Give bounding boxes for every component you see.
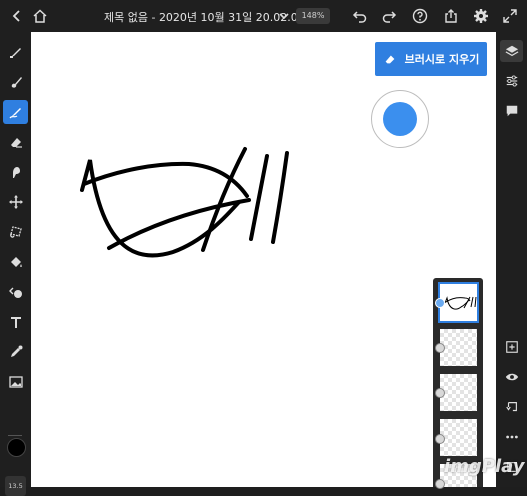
undo-icon[interactable] (350, 6, 370, 26)
help-icon[interactable] (410, 6, 430, 26)
layer-properties-icon[interactable] (500, 70, 523, 92)
layer-thumbnail[interactable] (440, 419, 477, 456)
back-icon[interactable] (7, 6, 27, 26)
pixel-brush-icon[interactable] (3, 40, 28, 64)
lasso-icon[interactable] (3, 220, 28, 244)
settings-icon[interactable] (471, 6, 491, 26)
erase-with-brush-button[interactable]: 브러시로 지우기 (375, 42, 487, 76)
layer-select-dot[interactable] (435, 434, 445, 444)
fill-icon[interactable] (3, 250, 28, 274)
layers-icon[interactable] (500, 40, 523, 62)
divider (8, 435, 22, 436)
more-icon[interactable] (500, 426, 523, 448)
shape-icon[interactable] (3, 280, 28, 304)
live-brush-icon[interactable] (3, 70, 28, 94)
drawing-canvas[interactable]: 브러시로 지우기 (31, 32, 496, 487)
fullscreen-icon[interactable] (500, 6, 520, 26)
comments-icon[interactable] (500, 100, 523, 122)
layer-select-dot[interactable] (435, 388, 445, 398)
brush-color-swatch[interactable] (7, 438, 26, 457)
move-icon[interactable] (3, 190, 28, 214)
brush-size-value[interactable]: 13.5 (5, 476, 26, 496)
visibility-icon[interactable] (500, 366, 523, 388)
share-icon[interactable] (441, 6, 461, 26)
layer-preview (444, 296, 477, 310)
right-toolbar (496, 32, 527, 487)
eraser-icon (385, 55, 395, 64)
merge-icon[interactable] (500, 396, 523, 418)
smudge-icon[interactable] (3, 160, 28, 184)
active-color-indicator (383, 102, 417, 136)
chevron-down-icon[interactable] (278, 8, 290, 22)
layer-thumbnail[interactable] (440, 374, 477, 411)
color-picker-button[interactable] (371, 90, 429, 148)
layer-select-dot[interactable] (435, 298, 445, 308)
layer-thumbnail[interactable] (440, 329, 477, 366)
text-icon[interactable] (3, 310, 28, 334)
top-toolbar: 제목 없음 - 2020년 10월 31일 20.02.02 * 148% (0, 0, 527, 32)
ink-strokes (80, 147, 289, 258)
redo-icon[interactable] (379, 6, 399, 26)
home-icon[interactable] (30, 6, 50, 26)
image-icon[interactable] (3, 370, 28, 394)
add-layer-icon[interactable] (500, 336, 523, 358)
vector-brush-icon[interactable] (3, 100, 28, 124)
layer-select-dot[interactable] (435, 479, 445, 489)
eraser-icon[interactable] (3, 130, 28, 154)
tools-toolbar: 13.5 (0, 32, 31, 496)
eyedropper-icon[interactable] (3, 340, 28, 364)
layer-select-dot[interactable] (435, 343, 445, 353)
watermark: imgPlay (444, 456, 525, 477)
erase-button-label: 브러시로 지우기 (404, 53, 480, 66)
zoom-level[interactable]: 148% (296, 8, 330, 24)
layer-thumbnail-selected[interactable] (438, 282, 479, 323)
